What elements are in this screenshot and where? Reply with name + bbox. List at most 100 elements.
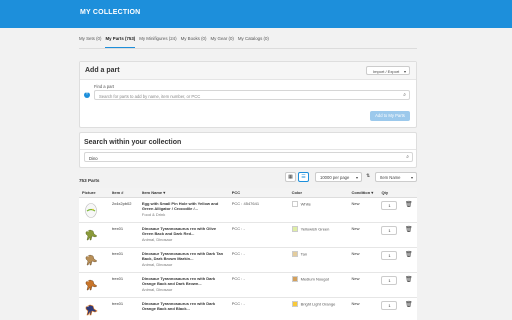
import-export-label: Import / Export bbox=[373, 69, 400, 74]
chevron-down-icon: ▾ bbox=[410, 175, 413, 180]
color-swatch bbox=[291, 225, 298, 232]
find-part-input[interactable]: Search for parts to add by name, item nu… bbox=[94, 90, 410, 100]
trex-tan-icon bbox=[82, 251, 100, 269]
grid-icon: ▦ bbox=[288, 174, 293, 180]
item-pcc: PCC : - bbox=[228, 247, 289, 273]
item-name[interactable]: Dinosaur Tyrannosaurus rex with Olive Gr… bbox=[142, 226, 226, 236]
list-view-button[interactable]: ☰ bbox=[298, 172, 309, 182]
table-row[interactable]: trex01 Dinosaur Tyrannosaurus rex with O… bbox=[79, 222, 417, 248]
item-number[interactable]: trex01 bbox=[108, 247, 139, 273]
item-pcc: PCC : - bbox=[228, 297, 289, 320]
chevron-down-icon: ▾ bbox=[403, 69, 406, 74]
parts-table: Picture Item # Item Name ▾ PCC Color Con… bbox=[79, 188, 417, 320]
item-category: Animal, Dinosaur bbox=[141, 286, 173, 292]
color-swatch bbox=[291, 275, 298, 282]
top-bar: MY COLLECTION bbox=[0, 0, 512, 28]
item-category: Animal, Dinosaur bbox=[141, 261, 173, 267]
table-row[interactable]: trex01 Dinosaur Tyrannosaurus rex with D… bbox=[79, 247, 417, 273]
item-number[interactable]: 2x4x2pb02 bbox=[108, 197, 139, 223]
table-header-row: Picture Item # Item Name ▾ PCC Color Con… bbox=[79, 188, 417, 198]
col-condition-label: Condition bbox=[351, 189, 371, 195]
col-picture: Picture bbox=[79, 188, 109, 198]
col-condition[interactable]: Condition ▾ bbox=[348, 188, 379, 198]
search-icon[interactable]: ⌕ bbox=[403, 92, 406, 98]
item-name[interactable]: Dinosaur Tyrannosaurus rex with Dark Ora… bbox=[142, 276, 226, 286]
tab-minifigures[interactable]: My Minifigures (24) bbox=[139, 36, 176, 48]
col-qty: Qty bbox=[378, 188, 402, 198]
trex-orange-icon bbox=[82, 276, 100, 294]
sort-select[interactable]: Item Name ▾ bbox=[375, 172, 417, 182]
sort-direction-icon[interactable]: ⇅ bbox=[366, 173, 370, 179]
import-export-dropdown[interactable]: Import / Export ▾ bbox=[366, 66, 410, 75]
collection-search-value: Dino bbox=[89, 156, 98, 161]
per-page-value: 10000 per page bbox=[320, 175, 350, 180]
tab-gear[interactable]: My Gear (0) bbox=[210, 36, 233, 48]
per-page-select[interactable]: 10000 per page ▾ bbox=[315, 172, 362, 182]
col-item-name[interactable]: Item Name ▾ bbox=[138, 188, 229, 198]
col-item-name-label: Item Name bbox=[141, 189, 163, 195]
color-name: White bbox=[300, 201, 311, 206]
add-part-heading: Add a part bbox=[85, 67, 120, 74]
item-condition[interactable]: New bbox=[348, 247, 379, 273]
quantity-input[interactable]: 1 bbox=[381, 300, 398, 310]
list-icon: ☰ bbox=[301, 174, 306, 180]
tabs-divider bbox=[79, 48, 417, 49]
trash-icon[interactable]: 🗑 bbox=[401, 222, 417, 248]
search-collection-panel: Search within your collection Dino ⌕ bbox=[79, 132, 417, 168]
grid-view-button[interactable]: ▦ bbox=[285, 172, 296, 182]
item-pcc: PCC : - bbox=[228, 222, 289, 248]
item-number[interactable]: trex01 bbox=[108, 297, 139, 320]
col-actions bbox=[401, 188, 417, 198]
item-category: Food & Drink bbox=[141, 211, 166, 217]
tab-parts[interactable]: My Parts (753) bbox=[105, 36, 136, 48]
add-icon[interactable]: + bbox=[84, 91, 90, 98]
trash-icon[interactable]: 🗑 bbox=[401, 247, 417, 273]
trash-icon[interactable]: 🗑 bbox=[401, 297, 417, 320]
item-pcc: PCC : 4547641 bbox=[228, 197, 289, 223]
color-swatch bbox=[291, 300, 298, 307]
table-row[interactable]: 2x4x2pb02 Egg with Small Pin Hole with Y… bbox=[79, 197, 417, 223]
table-row[interactable]: trex01 Dinosaur Tyrannosaurus rex with D… bbox=[79, 297, 417, 320]
item-number[interactable]: trex01 bbox=[108, 222, 139, 248]
color-name: Yellowish Green bbox=[300, 226, 330, 231]
color-swatch bbox=[291, 200, 298, 207]
sort-value: Item Name bbox=[380, 175, 401, 180]
sort-caret-icon: ▾ bbox=[371, 189, 374, 195]
color-name: Medium Nougat bbox=[300, 276, 329, 281]
col-color[interactable]: Color bbox=[288, 188, 349, 198]
item-name[interactable]: Egg with Small Pin Hole with Yellow and … bbox=[142, 201, 226, 211]
tab-catalogs[interactable]: My Catalogs (0) bbox=[238, 36, 269, 48]
item-condition[interactable]: New bbox=[348, 197, 379, 223]
quantity-input[interactable]: 1 bbox=[381, 275, 398, 285]
col-pcc: PCC bbox=[228, 188, 289, 198]
col-item-number[interactable]: Item # bbox=[108, 188, 139, 198]
trex-olive-icon bbox=[82, 226, 100, 244]
tab-sets[interactable]: My Sets (0) bbox=[79, 36, 101, 48]
find-part-label: Find a part bbox=[94, 84, 115, 89]
page-title: MY COLLECTION bbox=[80, 9, 141, 16]
add-part-header: Add a part Import / Export ▾ bbox=[80, 62, 416, 80]
item-category: Animal, Dinosaur bbox=[141, 236, 173, 242]
add-to-my-parts-button[interactable]: Add to My Parts bbox=[370, 111, 410, 121]
tab-books[interactable]: My Books (0) bbox=[181, 36, 207, 48]
quantity-input[interactable]: 1 bbox=[381, 250, 398, 260]
search-collection-heading: Search within your collection bbox=[84, 139, 182, 146]
item-condition[interactable]: New bbox=[348, 297, 379, 320]
color-swatch bbox=[291, 250, 298, 257]
item-pcc: PCC : - bbox=[228, 272, 289, 298]
item-number[interactable]: trex01 bbox=[108, 272, 139, 298]
trash-icon[interactable]: 🗑 bbox=[401, 272, 417, 298]
item-condition[interactable]: New bbox=[348, 272, 379, 298]
item-name[interactable]: Dinosaur Tyrannosaurus rex with Dark Ora… bbox=[142, 301, 226, 311]
egg-part-icon bbox=[82, 201, 100, 219]
item-name[interactable]: Dinosaur Tyrannosaurus rex with Dark Tan… bbox=[142, 251, 226, 261]
trash-icon[interactable]: 🗑 bbox=[401, 197, 417, 223]
sort-caret-icon: ▾ bbox=[163, 189, 166, 195]
search-icon[interactable]: ⌕ bbox=[406, 154, 409, 160]
quantity-input[interactable]: 1 bbox=[381, 200, 398, 210]
table-row[interactable]: trex01 Dinosaur Tyrannosaurus rex with D… bbox=[79, 272, 417, 298]
collection-search-input[interactable]: Dino ⌕ bbox=[84, 152, 413, 162]
quantity-input[interactable]: 1 bbox=[381, 225, 398, 235]
add-part-panel: Add a part Import / Export ▾ Find a part… bbox=[79, 61, 417, 128]
item-condition[interactable]: New bbox=[348, 222, 379, 248]
